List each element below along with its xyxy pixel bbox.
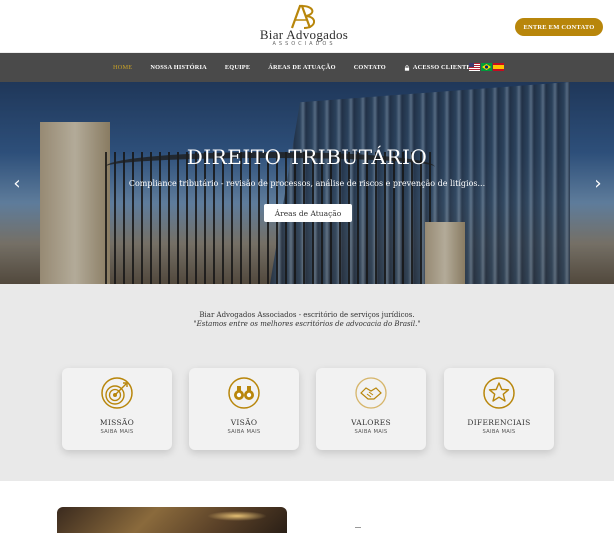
card-vision[interactable]: VISÃO SAIBA MAIS [189,368,299,450]
target-icon [101,377,133,409]
features-section: Biar Advogados Associados - escritório d… [0,284,614,481]
intro-quote: "Estamos entre os melhores escritórios d… [193,320,421,328]
spain-flag-icon[interactable] [493,63,504,71]
card-mission[interactable]: MISSÃO SAIBA MAIS [62,368,172,450]
card-title: MISSÃO [99,418,135,427]
star-icon [483,377,515,409]
hero-subtitle: Compliance tributário - revisão de proce… [128,179,486,188]
site-header: Biar Advogados ASSOCIADOS ENTRE EM CONTA… [0,0,614,53]
nav-item-practice-areas[interactable]: ÁREAS DE ATUAÇÃO [268,64,335,71]
nav-item-history[interactable]: NOSSA HISTÓRIA [150,64,207,71]
chevron-right-icon[interactable]: › [591,175,605,193]
us-flag-icon[interactable] [469,63,480,71]
nav-item-home[interactable]: HOME [113,64,132,71]
practice-areas-button[interactable]: Áreas de Atuação [264,204,352,222]
nav-item-client-access[interactable]: ACESSO CLIENTES [404,64,475,71]
lock-icon [404,64,409,71]
nav-items: HOME NOSSA HISTÓRIA EQUIPE ÁREAS DE ATUA… [113,53,493,82]
hero-title: DIREITO TRIBUTÁRIO [186,145,428,169]
main-nav: HOME NOSSA HISTÓRIA EQUIPE ÁREAS DE ATUA… [0,53,614,82]
card-differentials[interactable]: DIFERENCIAIS SAIBA MAIS [444,368,554,450]
logo-subtitle: ASSOCIADOS [272,41,336,47]
about-section [0,481,614,533]
nav-item-team[interactable]: EQUIPE [225,64,250,71]
card-title: DIFERENCIAIS [467,418,531,427]
card-link[interactable]: SAIBA MAIS [316,429,426,435]
contact-button[interactable]: ENTRE EM CONTATO [515,18,603,36]
intro-text: Biar Advogados Associados - escritório d… [199,311,415,319]
office-photo [57,507,287,533]
hero-slider: DIREITO TRIBUTÁRIO Compliance tributário… [0,82,614,284]
chevron-left-icon[interactable]: ‹ [10,175,24,193]
section-divider [355,527,361,528]
photo-light [207,511,267,521]
language-flags [469,63,504,71]
binoculars-icon [228,377,260,409]
nav-item-contact[interactable]: CONTATO [354,64,386,71]
brazil-flag-icon[interactable] [481,63,492,71]
handshake-icon [355,377,387,409]
client-access-label: ACESSO CLIENTES [412,64,475,71]
card-title: VALORES [351,418,391,427]
site-logo[interactable]: Biar Advogados ASSOCIADOS [238,4,370,50]
logo-name: Biar Advogados [259,27,349,42]
card-link[interactable]: SAIBA MAIS [189,429,299,435]
card-title: VISÃO [230,418,258,427]
card-values[interactable]: VALORES SAIBA MAIS [316,368,426,450]
card-link[interactable]: SAIBA MAIS [62,429,172,435]
card-link[interactable]: SAIBA MAIS [444,429,554,435]
